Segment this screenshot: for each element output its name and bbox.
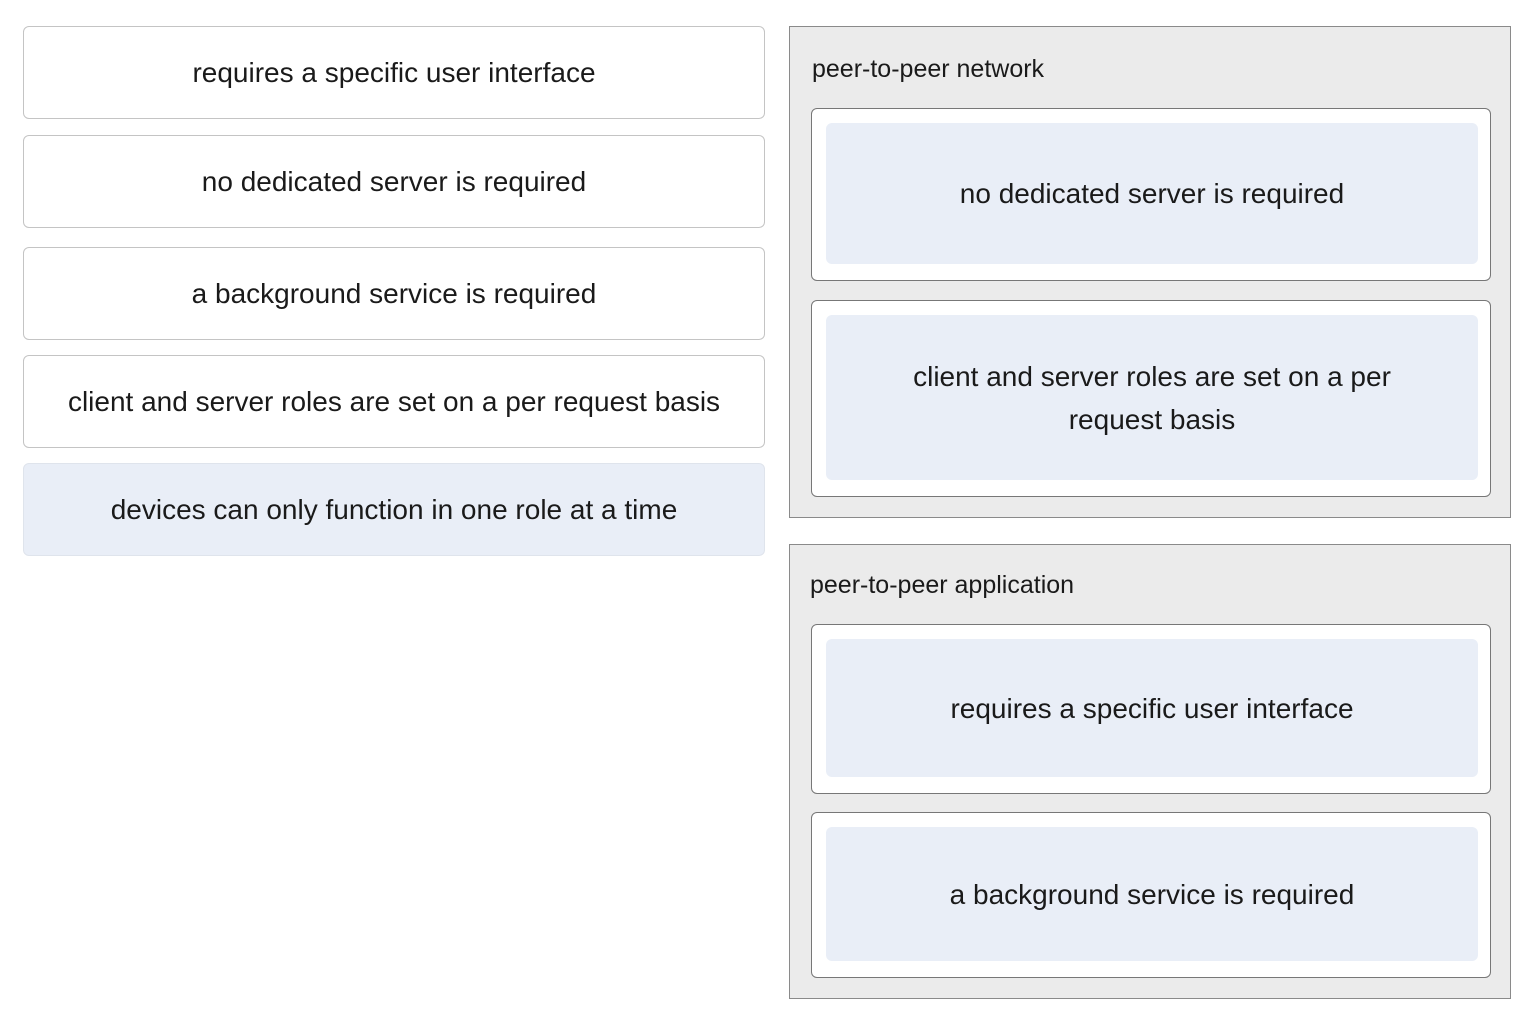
option-item[interactable]: no dedicated server is required (23, 135, 765, 228)
drop-slot[interactable]: requires a specific user interface (811, 624, 1491, 794)
placed-item[interactable]: a background service is required (826, 827, 1478, 961)
category-title: peer-to-peer network (812, 55, 1045, 83)
option-item[interactable]: a background service is required (23, 247, 765, 340)
drop-slot[interactable]: a background service is required (811, 812, 1491, 978)
category-peer-to-peer-network[interactable]: peer-to-peer network no dedicated server… (789, 26, 1511, 518)
option-item[interactable]: devices can only function in one role at… (23, 463, 765, 556)
drop-slot[interactable]: no dedicated server is required (811, 108, 1491, 281)
placed-item[interactable]: requires a specific user interface (826, 639, 1478, 777)
placed-item[interactable]: client and server roles are set on a per… (826, 315, 1478, 480)
drop-slot[interactable]: client and server roles are set on a per… (811, 300, 1491, 497)
drag-drop-question: requires a specific user interface no de… (0, 0, 1536, 1024)
option-item[interactable]: client and server roles are set on a per… (23, 355, 765, 448)
placed-item[interactable]: no dedicated server is required (826, 123, 1478, 264)
option-item[interactable]: requires a specific user interface (23, 26, 765, 119)
category-peer-to-peer-application[interactable]: peer-to-peer application requires a spec… (789, 544, 1511, 999)
category-title: peer-to-peer application (810, 571, 1075, 599)
